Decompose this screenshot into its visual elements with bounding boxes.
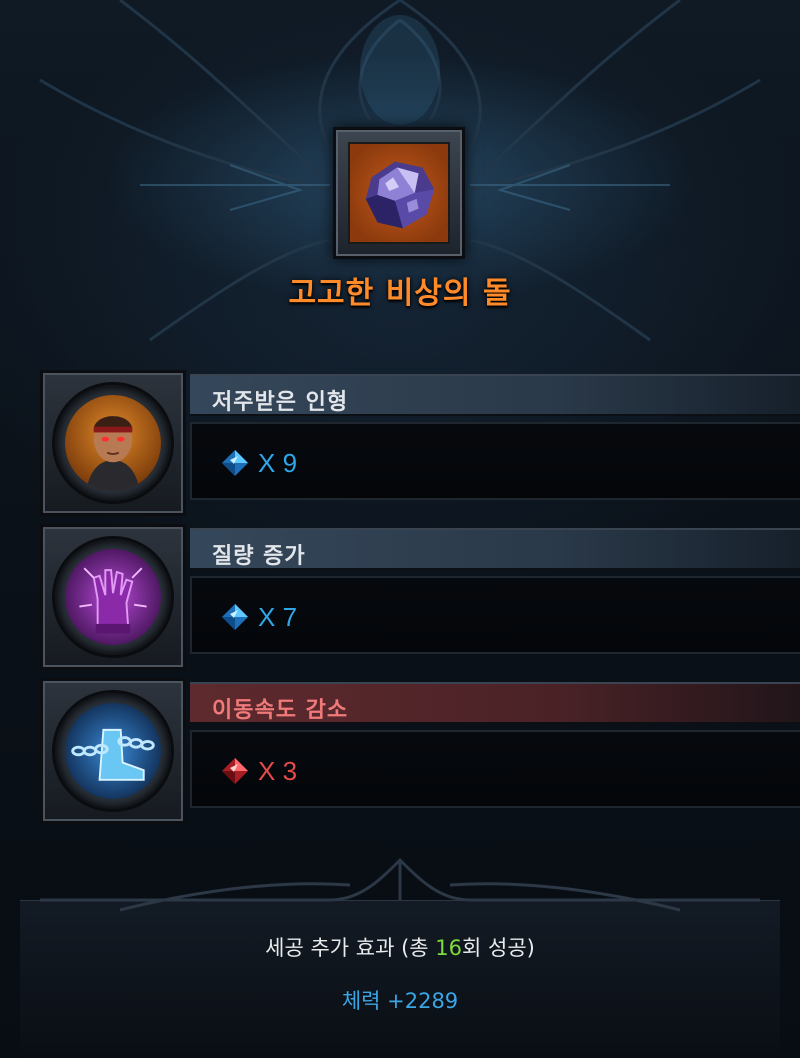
cursed-doll-portrait-icon: [65, 395, 161, 491]
effect-row-2[interactable]: 질량 증가 X 7: [40, 524, 800, 670]
red-gem-icon: [222, 758, 248, 784]
effect-name-bar: 이동속도 감소: [190, 682, 800, 724]
item-name: 고고한 비상의 돌: [288, 276, 512, 311]
effect-value-box: X 3: [190, 730, 800, 808]
effect-count: X 3: [258, 755, 298, 786]
effect-value-box: X 9: [190, 422, 800, 500]
effect-name: 질량 증가: [212, 544, 306, 569]
bonus-title: 세공 추가 효과 (총 16회 성공): [265, 936, 535, 960]
effect-name: 저주받은 인형: [212, 390, 349, 415]
purple-gauntlet-icon: [65, 549, 161, 645]
item-slot[interactable]: [333, 127, 465, 259]
effect-icon-frame: [40, 370, 186, 516]
engraving-tooltip: 고고한 비상의 돌 저주받은 인형 X 9 질량 증가 X 7 이동속도 감소 …: [0, 0, 800, 1058]
effect-name-bar: 질량 증가: [190, 528, 800, 570]
effect-count: X 7: [258, 601, 298, 632]
effect-name-bar: 저주받은 인형: [190, 374, 800, 416]
effect-icon-frame: [40, 678, 186, 824]
effect-name: 이동속도 감소: [212, 698, 349, 723]
effect-row-1[interactable]: 저주받은 인형 X 9: [40, 370, 800, 516]
blue-gem-icon: [222, 450, 248, 476]
success-count: 16: [435, 936, 463, 960]
effect-icon-frame: [40, 524, 186, 670]
chained-boot-icon: [65, 703, 161, 799]
blue-gem-icon: [222, 604, 248, 630]
purple-crystal-stone-icon: [348, 142, 450, 244]
effect-value-box: X 7: [190, 576, 800, 654]
effect-count: X 9: [258, 447, 298, 478]
bottom-ornament: [40, 857, 760, 912]
effect-row-3[interactable]: 이동속도 감소 X 3: [40, 678, 800, 824]
bonus-stat: 체력 +2289: [341, 989, 459, 1013]
